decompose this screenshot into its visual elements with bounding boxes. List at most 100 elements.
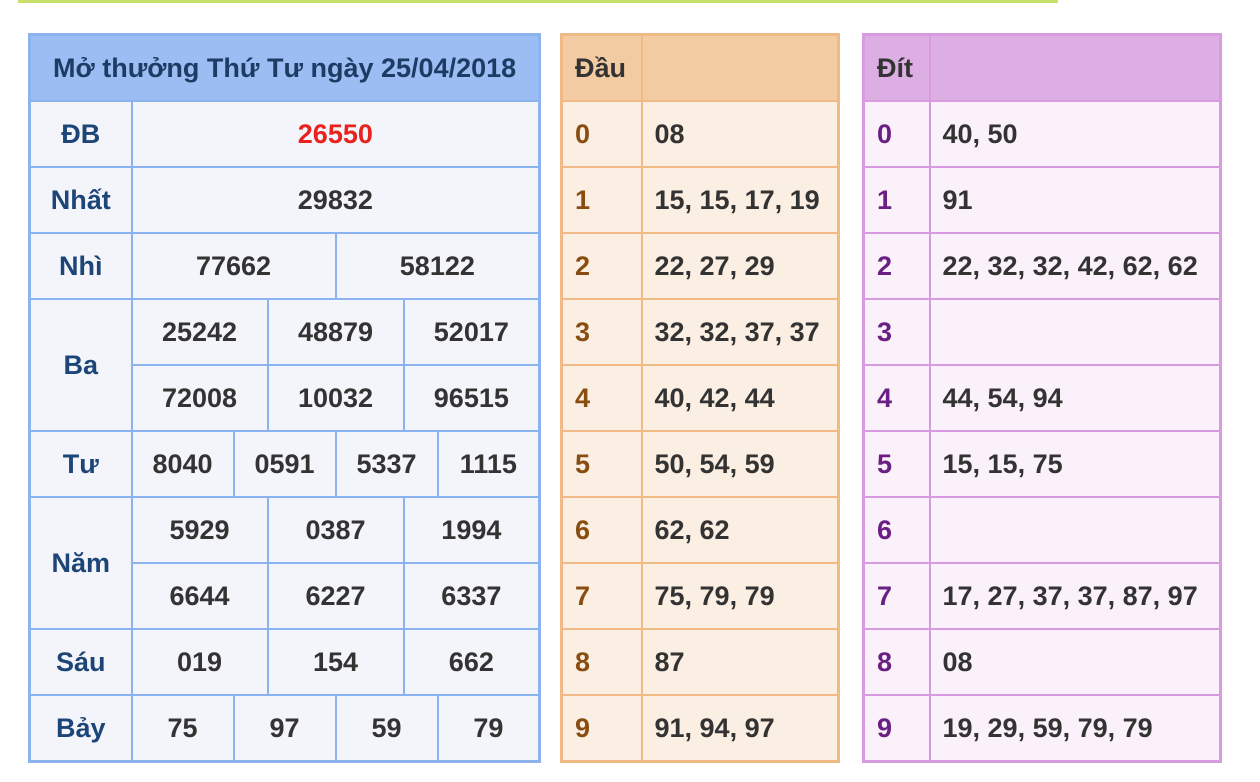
dit-values: 91 <box>928 166 1222 234</box>
prize-row: Nhì 77662 58122 <box>28 232 541 300</box>
prize-number: 6337 <box>402 562 541 630</box>
dau-header-blank <box>640 33 840 102</box>
dau-values: 22, 27, 29 <box>640 232 840 300</box>
dit-index: 5 <box>862 430 931 498</box>
prize-name: Ba <box>28 298 133 432</box>
prize-row: Năm 5929 0387 1994 <box>28 496 541 630</box>
prize-row: Nhất 29832 <box>28 166 541 234</box>
dau-row: 6 62, 62 <box>560 496 840 564</box>
prize-number: 0591 <box>232 430 337 498</box>
prize-name: Bảy <box>28 694 133 763</box>
dit-row: 7 17, 27, 37, 37, 87, 97 <box>862 562 1222 630</box>
dau-index: 9 <box>560 694 643 763</box>
prize-name: Sáu <box>28 628 133 696</box>
prize-row: Sáu 019 154 662 <box>28 628 541 696</box>
dit-index: 3 <box>862 298 931 366</box>
dit-header: Đít <box>862 33 931 102</box>
prize-number: 77662 <box>130 232 337 300</box>
prize-number: 6227 <box>266 562 405 630</box>
prize-row: ĐB 26550 <box>28 100 541 168</box>
prize-row: Ba 25242 48879 52017 <box>28 298 541 432</box>
special-prize-number: 26550 <box>130 100 541 168</box>
dau-row: 1 15, 15, 17, 19 <box>560 166 840 234</box>
dau-table: Đầu 0 08 1 15, 15, 17, 19 2 22, 27, 29 3 32, 32… <box>560 33 840 763</box>
dit-index: 6 <box>862 496 931 564</box>
dit-row: 1 91 <box>862 166 1222 234</box>
dau-values: 50, 54, 59 <box>640 430 840 498</box>
dau-row: 7 75, 79, 79 <box>560 562 840 630</box>
prize-name: Năm <box>28 496 133 630</box>
results-table: Mở thưởng Thứ Tư ngày 25/04/2018 ĐB 26550… <box>28 33 542 763</box>
dit-row: 6 <box>862 496 1222 564</box>
dau-values: 91, 94, 97 <box>640 694 840 763</box>
dit-index: 9 <box>862 694 931 763</box>
dit-values <box>928 496 1222 564</box>
dit-index: 4 <box>862 364 931 432</box>
prize-number: 154 <box>266 628 405 696</box>
prize-number: 97 <box>232 694 337 763</box>
dit-row: 0 40, 50 <box>862 100 1222 168</box>
dau-index: 1 <box>560 166 643 234</box>
prize-name: Nhì <box>28 232 133 300</box>
prize-name: Tư <box>28 430 133 498</box>
dau-index: 7 <box>560 562 643 630</box>
dau-index: 4 <box>560 364 643 432</box>
prize-number: 75 <box>130 694 235 763</box>
dau-row: 3 32, 32, 37, 37 <box>560 298 840 366</box>
dau-row: 8 87 <box>560 628 840 696</box>
dit-row: 4 44, 54, 94 <box>862 364 1222 432</box>
prize-number: 0387 <box>266 496 405 564</box>
dit-header-blank <box>928 33 1222 102</box>
dau-values: 15, 15, 17, 19 <box>640 166 840 234</box>
prize-number: 1115 <box>436 430 541 498</box>
prize-row: Tư 8040 0591 5337 1115 <box>28 430 541 498</box>
dit-row: 8 08 <box>862 628 1222 696</box>
prize-number: 5929 <box>130 496 269 564</box>
dau-values: 62, 62 <box>640 496 840 564</box>
dau-index: 8 <box>560 628 643 696</box>
prize-name: ĐB <box>28 100 133 168</box>
prize-number: 48879 <box>266 298 405 366</box>
top-divider <box>18 0 1058 3</box>
dau-values: 40, 42, 44 <box>640 364 840 432</box>
dit-values: 17, 27, 37, 37, 87, 97 <box>928 562 1222 630</box>
dau-index: 0 <box>560 100 643 168</box>
dau-header: Đầu <box>560 33 643 102</box>
dau-row: 0 08 <box>560 100 840 168</box>
dit-values: 08 <box>928 628 1222 696</box>
dau-values: 75, 79, 79 <box>640 562 840 630</box>
prize-number: 6644 <box>130 562 269 630</box>
dau-index: 3 <box>560 298 643 366</box>
prize-name: Nhất <box>28 166 133 234</box>
prize-number: 96515 <box>402 364 541 432</box>
prize-number: 10032 <box>266 364 405 432</box>
dau-index: 6 <box>560 496 643 564</box>
results-title: Mở thưởng Thứ Tư ngày 25/04/2018 <box>28 33 541 102</box>
dit-values: 22, 32, 32, 42, 62, 62 <box>928 232 1222 300</box>
prize-row: Bảy 75 97 59 79 <box>28 694 541 763</box>
prize-number: 29832 <box>130 166 541 234</box>
dit-values: 40, 50 <box>928 100 1222 168</box>
dit-values: 19, 29, 59, 79, 79 <box>928 694 1222 763</box>
dit-index: 0 <box>862 100 931 168</box>
dit-index: 2 <box>862 232 931 300</box>
dit-row: 3 <box>862 298 1222 366</box>
dit-values: 44, 54, 94 <box>928 364 1222 432</box>
dau-index: 2 <box>560 232 643 300</box>
dau-values: 87 <box>640 628 840 696</box>
dit-index: 8 <box>862 628 931 696</box>
dit-row: 2 22, 32, 32, 42, 62, 62 <box>862 232 1222 300</box>
dau-row: 5 50, 54, 59 <box>560 430 840 498</box>
dau-index: 5 <box>560 430 643 498</box>
prize-number: 5337 <box>334 430 439 498</box>
prize-number: 662 <box>402 628 541 696</box>
dau-row: 2 22, 27, 29 <box>560 232 840 300</box>
prize-number: 58122 <box>334 232 541 300</box>
dit-row: 5 15, 15, 75 <box>862 430 1222 498</box>
dit-index: 1 <box>862 166 931 234</box>
prize-number: 1994 <box>402 496 541 564</box>
prize-number: 019 <box>130 628 269 696</box>
dit-table: Đít 0 40, 50 1 91 2 22, 32, 32, 42, 62, 62 3 4 4… <box>862 33 1222 763</box>
dau-values: 08 <box>640 100 840 168</box>
prize-number: 8040 <box>130 430 235 498</box>
